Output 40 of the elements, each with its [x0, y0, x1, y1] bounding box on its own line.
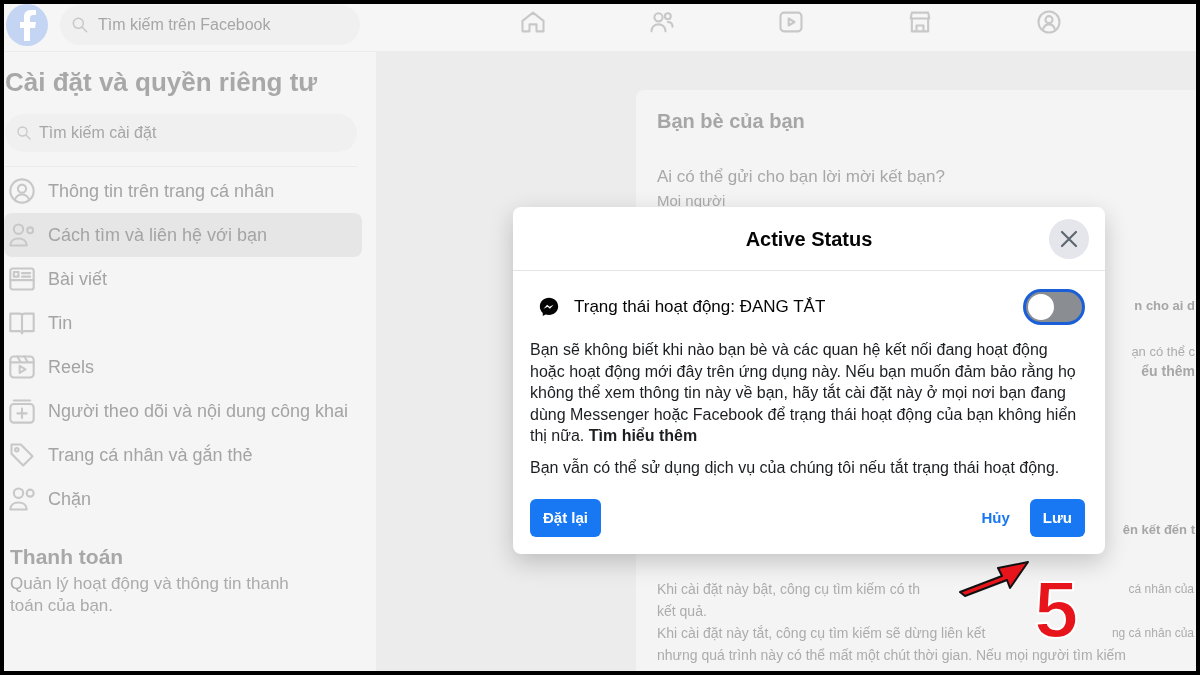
- person-block-icon: [8, 485, 36, 513]
- reels-icon: [8, 353, 36, 381]
- section-description: Quản lý hoạt động và thông tin thanh toán của bạn.: [9, 572, 290, 617]
- search-icon: [15, 124, 33, 142]
- setting-question: Ai có thể gửi cho bạn lời mời kết bạn?: [657, 166, 946, 188]
- post-icon: [8, 265, 36, 293]
- add-box-icon: [8, 397, 36, 425]
- close-icon: [1060, 230, 1078, 248]
- learn-more-link[interactable]: Tìm hiểu thêm: [588, 427, 698, 444]
- learn-more-link[interactable]: ểu thêm: [1141, 361, 1195, 382]
- sidebar-item[interactable]: Cách tìm và liên hệ với bạn: [4, 213, 362, 257]
- sidebar-title: Cài đặt và quyền riêng tư: [4, 66, 319, 99]
- description-text: nhưng quá trình này có thể mất một chút thời gian. Nếu mọi người tìm kiếm: [657, 645, 1126, 665]
- search-field[interactable]: Tìm kiếm trên Facebook: [60, 4, 360, 45]
- description-text: Khi cài đặt này bật, công cụ tìm kiếm có th: [657, 579, 921, 599]
- setting-heading: n cho ai d: [1134, 297, 1195, 315]
- dialog-description: Bạn sẽ không biết khi nào bạn bè và các quan hệ kết nối đang hoạt động hoặc hoạt động mới đây trên ứng dụng này. Nếu bạn muốn đảm bảo rằng họ không thể xem thông tin này về bạn, hãy tắt cài đặt này ở mọi nơi bạn đang dùng Messenger hoặc Facebook để trạng thái hoạt động của bạn không hiển thị nữa. Tìm hiểu thêm: [530, 340, 1078, 446]
- step-number: 5: [1034, 576, 1079, 644]
- description-text: kết quả.: [657, 601, 707, 621]
- toggle-switch[interactable]: [1023, 289, 1085, 325]
- tag-icon: [8, 441, 36, 469]
- setting-description: ạn có thể c: [1131, 342, 1195, 361]
- description-text: cá nhân của: [1128, 580, 1194, 598]
- setting-label: Trạng thái hoạt động: ĐANG TẮT: [574, 296, 827, 319]
- dialog-title: Active Status: [745, 226, 873, 252]
- group-icon[interactable]: [1035, 8, 1063, 36]
- profile-icon: [8, 177, 36, 205]
- description-text: Khi cài đặt này tắt, công cụ tìm kiếm sẽ dừng liên kết: [657, 623, 986, 643]
- text-button[interactable]: Hủy: [967, 499, 1024, 537]
- primary-button[interactable]: Lưu: [1029, 499, 1085, 537]
- description-text: ng cá nhân của: [1111, 624, 1194, 642]
- settings-search-field[interactable]: Tìm kiếm cài đặt: [5, 114, 357, 152]
- dialog-description: Bạn vẫn có thể sử dụng dịch vụ của chúng tôi nếu tắt trạng thái hoạt động.: [530, 457, 1061, 478]
- messenger-icon: [538, 296, 560, 318]
- person-search-icon: [8, 221, 36, 249]
- close-button[interactable]: [1049, 219, 1089, 259]
- section-title: Thanh toán: [9, 544, 125, 570]
- card-title: Bạn bè của bạn: [657, 109, 806, 134]
- setting-heading: ên kết đến t: [1122, 521, 1195, 539]
- primary-button[interactable]: Đặt lại: [530, 499, 601, 537]
